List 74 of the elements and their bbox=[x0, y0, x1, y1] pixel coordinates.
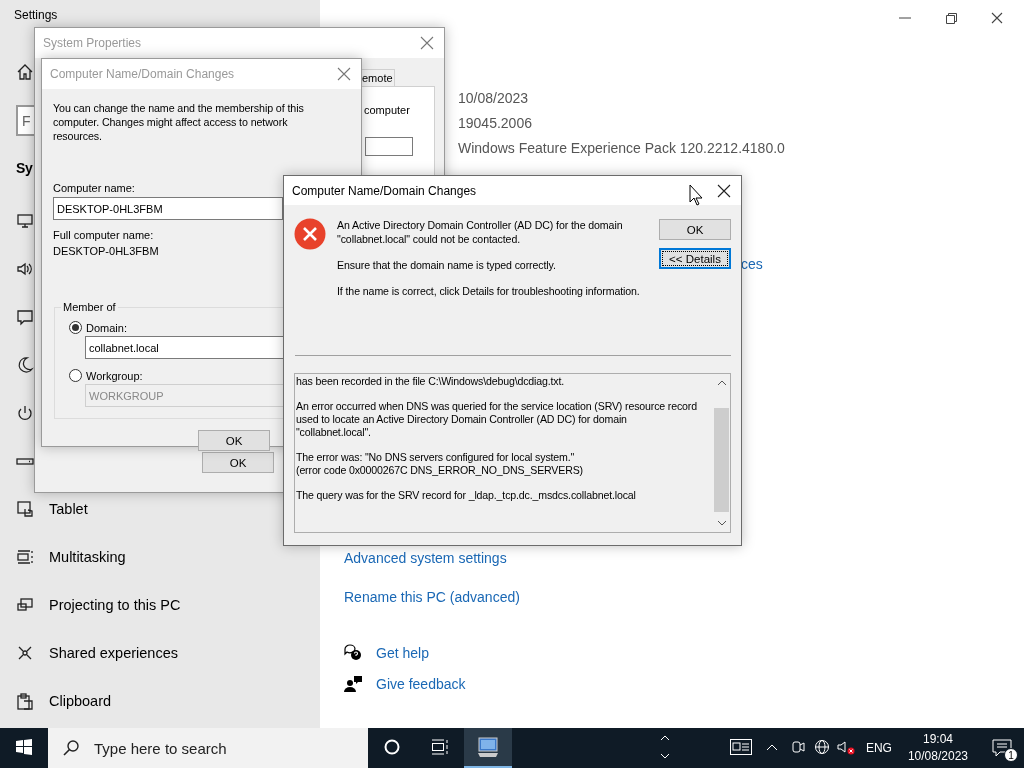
field-label: Full computer name: bbox=[53, 228, 154, 242]
link[interactable]: Get help bbox=[376, 644, 429, 662]
share-nodes-icon bbox=[16, 644, 34, 662]
clock[interactable]: 19:04 10/08/2023 bbox=[901, 731, 980, 765]
close-icon bbox=[991, 12, 1003, 24]
input-field[interactable] bbox=[365, 137, 413, 156]
circle-icon bbox=[384, 739, 400, 755]
sidebar-item[interactable]: Tablet bbox=[49, 501, 88, 517]
paragraph: has been recorded in the file C:\Windows\debug\dcdiag.txt. bbox=[296, 375, 566, 388]
close-icon bbox=[337, 67, 351, 81]
dialog-title: System Properties bbox=[43, 36, 142, 50]
message-icon bbox=[992, 739, 1012, 757]
search-icon bbox=[62, 739, 80, 757]
task-view-icon bbox=[431, 739, 449, 755]
spec-value: 10/08/2023 bbox=[458, 89, 530, 107]
link[interactable]: Give feedback bbox=[376, 675, 466, 693]
search-field[interactable]: F bbox=[16, 105, 34, 136]
spec-value: 19045.2006 bbox=[458, 114, 533, 132]
intro-text: You can change the name and the membership of this computer. Changes might affect access to network resources. bbox=[53, 101, 305, 143]
section-heading: Sy bbox=[16, 159, 33, 178]
link[interactable]: Rename this PC (advanced) bbox=[344, 588, 520, 606]
error-icon bbox=[294, 218, 326, 250]
ok-button[interactable]: OK bbox=[198, 430, 270, 451]
windows-logo-icon bbox=[16, 739, 32, 755]
power-icon bbox=[16, 404, 34, 422]
language-indicator[interactable]: ENG bbox=[857, 741, 902, 755]
paragraph: Ensure that the domain name is typed correctly. bbox=[337, 258, 556, 272]
sidebar-item[interactable]: Projecting to this PC bbox=[49, 597, 181, 613]
scroll-up-icon[interactable] bbox=[716, 378, 727, 388]
clipboard-icon bbox=[16, 692, 34, 710]
link[interactable]: Advanced system settings bbox=[344, 549, 507, 567]
sidebar-item[interactable]: Multitasking bbox=[49, 549, 126, 565]
paragraph: The error was: "No DNS servers configured for local system." (error code 0x0000267C DNS_ERROR_NO_DNS_SERVERS) bbox=[296, 451, 584, 477]
help-icon bbox=[344, 644, 362, 662]
tablet-icon bbox=[16, 500, 34, 518]
message-icon bbox=[16, 308, 34, 326]
close-icon bbox=[420, 36, 434, 50]
dialog-title: Computer Name/Domain Changes bbox=[292, 183, 477, 198]
group-label: Member of bbox=[62, 301, 117, 313]
feedback-icon bbox=[344, 675, 362, 693]
paragraph: An Active Directory Domain Controller (AD DC) for the domain "collabnet.local" could not be contacted. bbox=[337, 218, 623, 246]
taskbar-app[interactable] bbox=[464, 728, 512, 768]
taskbar-search[interactable]: Type here to search bbox=[48, 728, 368, 768]
description-text: computer bbox=[364, 103, 411, 117]
sidebar-item[interactable]: Shared experiences bbox=[49, 645, 178, 661]
notifications-button[interactable]: 1 bbox=[980, 728, 1024, 768]
ok-button[interactable]: OK bbox=[202, 452, 274, 473]
computer-name-field[interactable]: DESKTOP-0HL3FBM bbox=[53, 197, 283, 220]
projector-icon bbox=[16, 596, 34, 614]
close-icon bbox=[717, 183, 731, 198]
sidebar-item[interactable]: Clipboard bbox=[49, 693, 112, 709]
link[interactable]: ces bbox=[741, 255, 763, 273]
details-button[interactable]: << Details bbox=[659, 248, 731, 269]
paragraph: If the name is correct, click Details for troubleshooting information. bbox=[337, 284, 640, 298]
radio-option[interactable]: Domain: bbox=[69, 321, 127, 334]
restore-icon bbox=[945, 12, 957, 24]
ok-button[interactable]: OK bbox=[659, 219, 731, 240]
full-name-value: DESKTOP-0HL3FBM bbox=[53, 244, 159, 258]
scroll-down-icon[interactable] bbox=[716, 518, 727, 528]
tab[interactable]: emote bbox=[361, 69, 395, 86]
home-icon[interactable] bbox=[16, 63, 34, 81]
window-title: Settings bbox=[13, 8, 59, 24]
minimize-icon bbox=[899, 17, 911, 19]
speaker-icon bbox=[16, 260, 34, 278]
computer-icon bbox=[476, 736, 500, 758]
dialog-title: Computer Name/Domain Changes bbox=[50, 67, 235, 81]
paragraph: The query was for the SRV record for _ldap._tcp.dc._msdcs.collabnet.local bbox=[296, 489, 637, 502]
monitor-icon bbox=[16, 212, 34, 230]
input-field[interactable]: collabnet.local bbox=[85, 336, 284, 359]
spec-value: Windows Feature Experience Pack 120.2212.4180.0 bbox=[458, 139, 786, 157]
field-label: Computer name: bbox=[53, 181, 135, 195]
moon-icon bbox=[16, 356, 34, 374]
paragraph: An error occurred when DNS was queried for the service location (SRV) resource record used to locate an Active Directory Domain Controller (AD DC) for domain "collabnet.local". bbox=[296, 400, 698, 439]
multitasking-icon bbox=[16, 548, 34, 566]
